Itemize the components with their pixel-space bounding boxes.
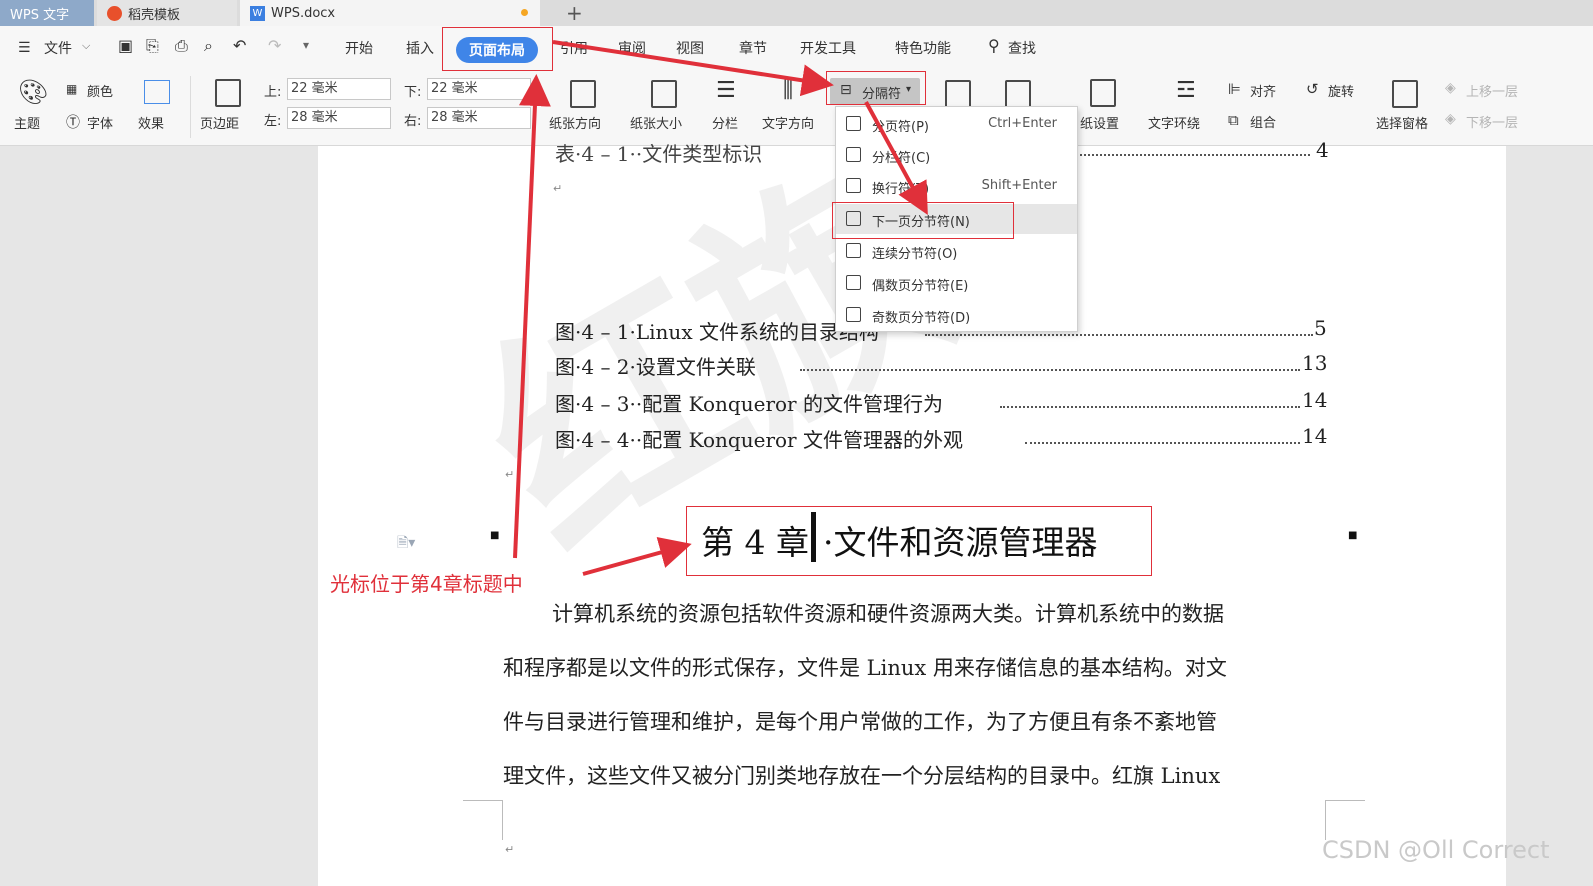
annotation-text: 光标位于第4章标题中: [330, 572, 523, 596]
csdn-watermark: CSDN @Oll Correct: [1322, 836, 1550, 864]
annotation-arrows: [513, 40, 928, 576]
